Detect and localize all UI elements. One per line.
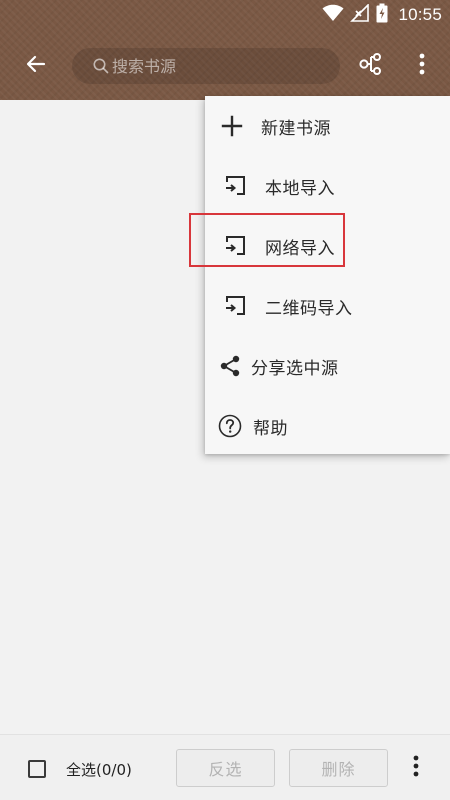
delete-button[interactable]: 删除 (289, 749, 388, 787)
group-button[interactable] (354, 50, 386, 82)
menu-item-network-import[interactable]: 网络导入 (205, 220, 450, 272)
share-icon (217, 353, 243, 379)
import-icon (222, 293, 248, 319)
group-tree-icon (357, 52, 383, 80)
battery-charging-icon (376, 3, 388, 27)
no-signal-icon (350, 3, 370, 26)
bottom-more-button[interactable] (404, 753, 428, 783)
more-options-button[interactable] (408, 50, 436, 82)
invert-selection-button[interactable]: 反选 (176, 749, 275, 787)
import-icon (222, 173, 248, 199)
menu-item-label: 网络导入 (265, 238, 335, 259)
menu-item-label: 新建书源 (261, 118, 331, 139)
wifi-icon (322, 4, 344, 26)
menu-item-help[interactable]: 帮助 (205, 400, 450, 452)
plus-icon (219, 113, 245, 139)
checkbox[interactable] (28, 760, 46, 778)
back-button[interactable] (18, 48, 54, 84)
search-icon (92, 57, 110, 75)
more-vert-icon (419, 53, 425, 79)
menu-item-label: 帮助 (253, 418, 288, 439)
menu-item-label: 本地导入 (265, 178, 335, 199)
search-input[interactable] (112, 56, 312, 76)
overflow-menu: 新建书源 本地导入 网络导入 二维码导入 分享选中源 帮助 (205, 96, 450, 454)
status-bar: 10:55 (0, 0, 450, 30)
search-box[interactable] (72, 48, 340, 84)
bottom-action-bar: 全选(0/0) 反选 删除 (0, 734, 450, 800)
help-icon (217, 413, 243, 439)
menu-item-share-selected[interactable]: 分享选中源 (205, 340, 450, 392)
menu-item-label: 分享选中源 (251, 358, 339, 379)
menu-item-qrcode-import[interactable]: 二维码导入 (205, 280, 450, 332)
select-all-label: 全选(0/0) (66, 760, 132, 779)
menu-item-local-import[interactable]: 本地导入 (205, 160, 450, 212)
menu-item-new-source[interactable]: 新建书源 (205, 100, 450, 152)
more-vert-icon (413, 755, 419, 781)
menu-item-label: 二维码导入 (265, 298, 353, 319)
status-icons: 10:55 (322, 3, 442, 27)
select-all-checkbox[interactable]: 全选(0/0) (28, 756, 132, 782)
arrow-left-icon (24, 52, 48, 80)
import-icon (222, 233, 248, 259)
status-time: 10:55 (398, 5, 442, 24)
